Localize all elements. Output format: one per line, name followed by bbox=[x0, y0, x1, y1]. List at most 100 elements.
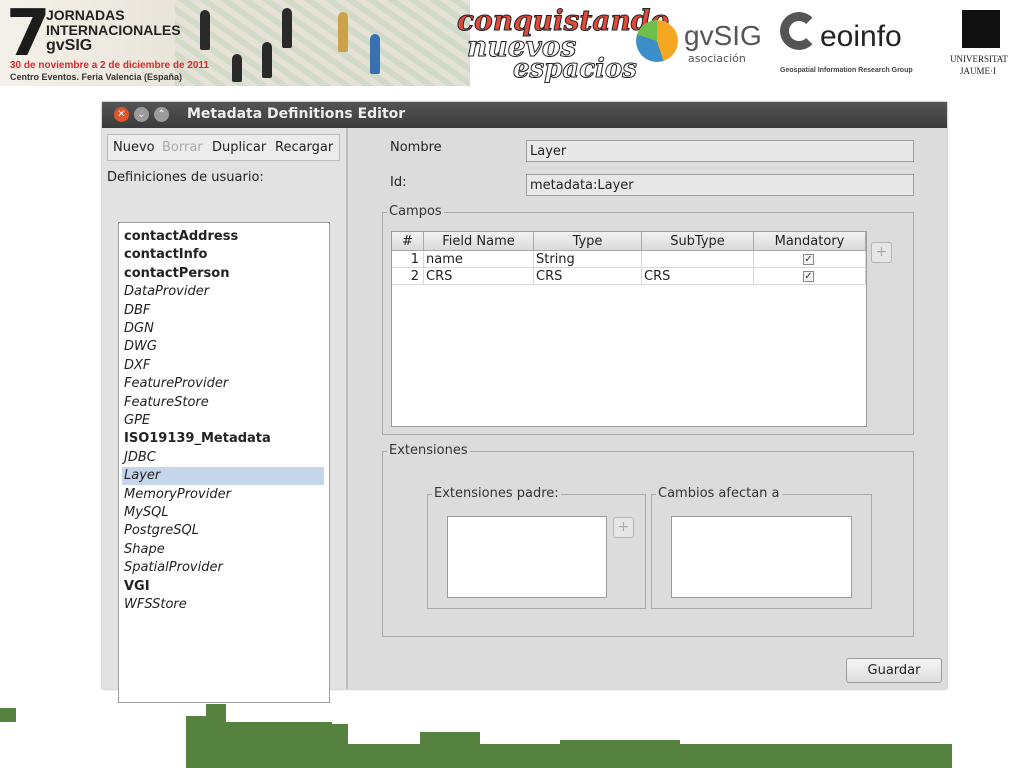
extensiones-padre-group: Extensiones padre: + bbox=[427, 486, 646, 609]
extensiones-padre-list[interactable] bbox=[447, 516, 607, 598]
definition-item[interactable]: MemoryProvider bbox=[124, 486, 324, 504]
geoinfo-subtitle: Geospatial Information Research Group bbox=[780, 67, 913, 74]
window-minimize-button[interactable]: ⌄ bbox=[134, 107, 149, 122]
event-logo: 7 as JORNADAS INTERNACIONALES gvSIG 30 d… bbox=[0, 0, 470, 86]
mandatory-checkbox[interactable]: ✓ bbox=[803, 254, 814, 265]
nombre-field[interactable]: Layer bbox=[526, 140, 914, 162]
row-number: 1 bbox=[392, 251, 424, 268]
cambios-afectan-group: Cambios afectan a bbox=[651, 486, 872, 609]
map-background bbox=[175, 0, 470, 86]
minimize-icon: ⌄ bbox=[137, 109, 146, 120]
cambios-afectan-title: Cambios afectan a bbox=[656, 486, 782, 501]
definitions-panel: Nuevo Borrar Duplicar Recargar Definicio… bbox=[102, 128, 348, 703]
gvsig-drop-icon bbox=[636, 20, 678, 62]
slogan-logo: conquistando nuevos espacios bbox=[455, 4, 669, 85]
definition-item[interactable]: contactAddress bbox=[124, 228, 324, 246]
column-header-field-name[interactable]: Field Name bbox=[424, 232, 534, 251]
definitions-label: Definiciones de usuario: bbox=[107, 170, 264, 185]
window-title: Metadata Definitions Editor bbox=[187, 106, 406, 122]
definition-item[interactable]: DataProvider bbox=[124, 283, 324, 301]
person-figure bbox=[338, 12, 348, 52]
person-figure bbox=[200, 10, 210, 50]
id-label: Id: bbox=[390, 175, 407, 190]
gvsig-name: gvSIG bbox=[684, 20, 762, 51]
duplicar-button[interactable]: Duplicar bbox=[212, 140, 266, 155]
window-close-button[interactable]: ✕ bbox=[114, 107, 129, 122]
definition-item[interactable]: Shape bbox=[124, 541, 324, 559]
subtype-cell[interactable]: CRS bbox=[642, 268, 754, 285]
type-cell[interactable]: String bbox=[534, 251, 642, 268]
column-header-subtype[interactable]: SubType bbox=[642, 232, 754, 251]
add-field-button[interactable]: + bbox=[871, 242, 892, 263]
definition-item[interactable]: contactInfo bbox=[124, 246, 324, 264]
definitions-toolbar: Nuevo Borrar Duplicar Recargar bbox=[107, 134, 340, 161]
uji-emblem-icon bbox=[962, 10, 1000, 48]
window-maximize-button[interactable]: ⌃ bbox=[154, 107, 169, 122]
geoinfo-g-icon bbox=[780, 12, 818, 50]
subtype-cell[interactable] bbox=[642, 251, 754, 268]
event-title-line3: gvSIG bbox=[46, 37, 93, 54]
event-banner: 7 as JORNADAS INTERNACIONALES gvSIG 30 d… bbox=[0, 0, 1024, 86]
event-dates: 30 de noviembre a 2 de diciembre de 2011 bbox=[10, 60, 209, 71]
event-venue: Centro Eventos. Feria Valencia (España) bbox=[10, 72, 183, 82]
column-header-number[interactable]: # bbox=[392, 232, 424, 251]
extensiones-group: Extensiones Extensiones padre: + Cambios… bbox=[382, 443, 914, 637]
definition-item[interactable]: DXF bbox=[124, 357, 324, 375]
definition-item[interactable]: FeatureStore bbox=[124, 394, 324, 412]
definition-item[interactable]: PostgreSQL bbox=[124, 522, 324, 540]
check-icon: ✓ bbox=[804, 271, 813, 282]
definition-item[interactable]: WFSStore bbox=[124, 596, 324, 614]
borrar-button[interactable]: Borrar bbox=[162, 140, 203, 155]
gvsig-subtitle: asociación bbox=[688, 52, 746, 65]
definitions-list[interactable]: contactAddress contactInfo contactPerson Da… bbox=[118, 222, 330, 703]
recargar-button[interactable]: Recargar bbox=[275, 140, 333, 155]
event-title-line2: INTERNACIONALES bbox=[46, 22, 181, 38]
mandatory-cell: ✓ bbox=[754, 251, 866, 268]
definition-item[interactable]: contactPerson bbox=[124, 265, 324, 283]
type-cell[interactable]: CRS bbox=[534, 268, 642, 285]
maximize-icon: ⌃ bbox=[157, 109, 166, 120]
slogan-line3: espacios bbox=[513, 54, 638, 85]
definition-item[interactable]: DGN bbox=[124, 320, 324, 338]
definition-item[interactable]: FeatureProvider bbox=[124, 375, 324, 393]
row-number: 2 bbox=[392, 268, 424, 285]
field-name-cell[interactable]: CRS bbox=[424, 268, 534, 285]
campos-title: Campos bbox=[387, 204, 444, 219]
definition-item[interactable]: VGI bbox=[124, 578, 324, 596]
definition-item[interactable]: GPE bbox=[124, 412, 324, 430]
close-icon: ✕ bbox=[117, 109, 126, 120]
definition-item[interactable]: ISO19139_Metadata bbox=[124, 430, 324, 448]
extensiones-title: Extensiones bbox=[387, 443, 470, 458]
fields-table: # Field Name Type SubType Mandatory 1 na… bbox=[391, 231, 867, 427]
person-figure bbox=[282, 8, 292, 48]
person-figure bbox=[370, 34, 380, 74]
person-figure bbox=[232, 54, 242, 82]
cambios-afectan-list[interactable] bbox=[671, 516, 852, 598]
nombre-label: Nombre bbox=[390, 140, 442, 155]
column-header-mandatory[interactable]: Mandatory bbox=[754, 232, 866, 251]
uji-name-line1: UNIVERSITAT bbox=[950, 54, 1008, 64]
definition-detail-panel: Nombre Layer Id: metadata:Layer Campos #… bbox=[348, 128, 947, 689]
definition-item[interactable]: Layer bbox=[122, 467, 324, 486]
mandatory-checkbox[interactable]: ✓ bbox=[803, 271, 814, 282]
metadata-editor-window: ✕ ⌄ ⌃ Metadata Definitions Editor Nuevo … bbox=[102, 102, 947, 703]
column-header-type[interactable]: Type bbox=[534, 232, 642, 251]
definition-item[interactable]: JDBC bbox=[124, 449, 324, 467]
definition-item[interactable]: MySQL bbox=[124, 504, 324, 522]
nuevo-button[interactable]: Nuevo bbox=[113, 140, 155, 155]
campos-group: Campos # Field Name Type SubType Mandato… bbox=[382, 204, 914, 435]
plus-icon: + bbox=[617, 519, 630, 535]
field-name-cell[interactable]: name bbox=[424, 251, 534, 268]
mandatory-cell: ✓ bbox=[754, 268, 866, 285]
definition-item[interactable]: SpatialProvider bbox=[124, 559, 324, 577]
guardar-button[interactable]: Guardar bbox=[846, 658, 942, 683]
extensiones-padre-title: Extensiones padre: bbox=[432, 486, 561, 501]
definition-item[interactable]: DWG bbox=[124, 338, 324, 356]
add-parent-extension-button[interactable]: + bbox=[613, 517, 634, 538]
plus-icon: + bbox=[875, 244, 888, 260]
check-icon: ✓ bbox=[804, 254, 813, 265]
window-titlebar: ✕ ⌄ ⌃ Metadata Definitions Editor bbox=[102, 102, 947, 128]
id-field[interactable]: metadata:Layer bbox=[526, 174, 914, 196]
definition-item[interactable]: DBF bbox=[124, 302, 324, 320]
geoinfo-name: eoinfo bbox=[820, 20, 902, 53]
